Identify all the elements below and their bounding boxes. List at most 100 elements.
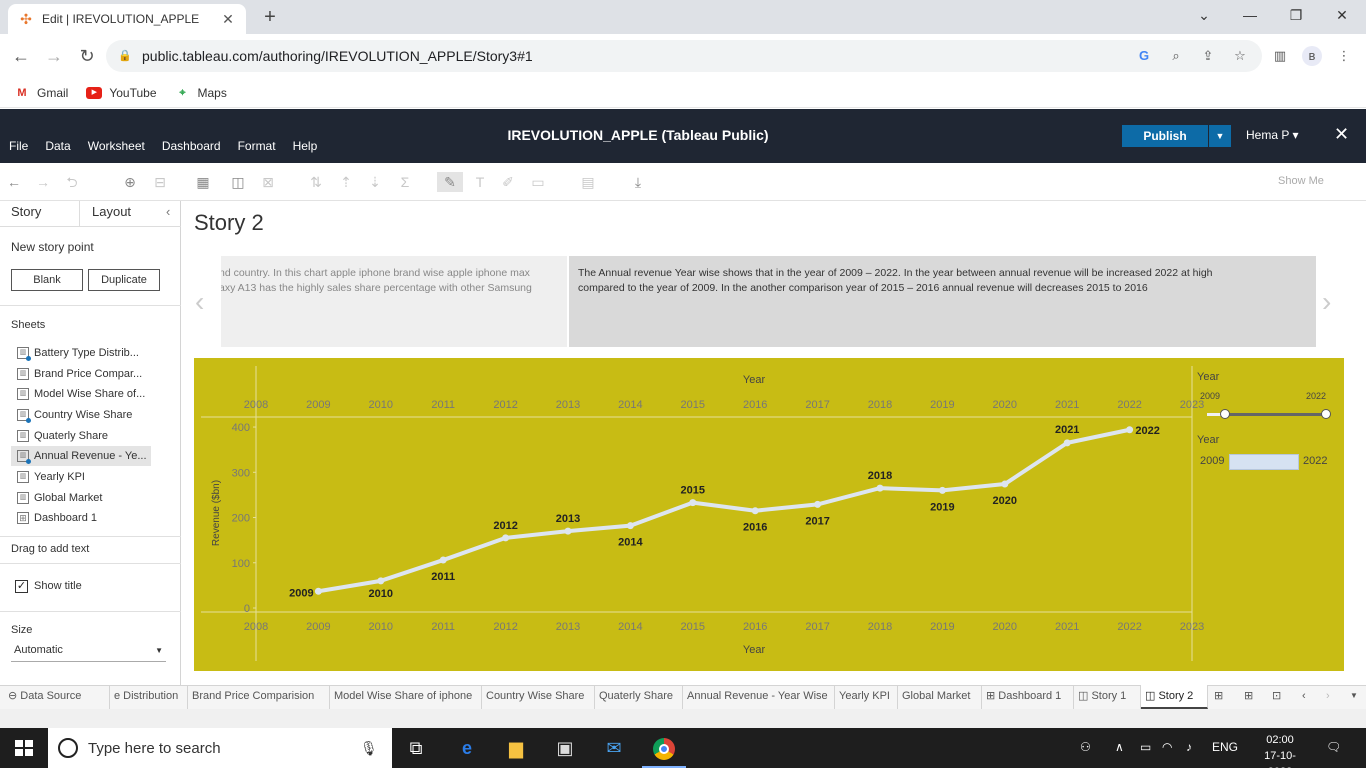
restore-icon[interactable]: ❐ xyxy=(1282,4,1310,26)
pause-updates-icon[interactable]: ⊟ xyxy=(150,172,170,192)
new-tab-icon[interactable]: + xyxy=(258,6,282,28)
tab-model-wise[interactable]: Model Wise Share of iphone xyxy=(330,685,482,709)
file-explorer-icon[interactable]: ▆ xyxy=(502,734,530,762)
share-icon[interactable]: ⇪ xyxy=(1198,46,1218,66)
task-view-icon[interactable]: ⧉ xyxy=(402,734,430,762)
totals-icon[interactable]: Σ xyxy=(395,172,415,192)
sheet-item[interactable]: ▥ Brand Price Compar... xyxy=(11,364,151,384)
year-slider-min-handle[interactable] xyxy=(1220,409,1230,419)
back-icon[interactable]: ← xyxy=(9,44,33,68)
battery-icon[interactable]: ▭ xyxy=(1140,740,1151,754)
duplicate-sheet-icon[interactable]: ◫ xyxy=(228,172,248,192)
tab-story-1[interactable]: ◫ Story 1 xyxy=(1074,685,1141,709)
close-window-icon[interactable]: ✕ xyxy=(1328,4,1356,26)
profile-avatar-icon[interactable]: ʙ xyxy=(1302,46,1322,66)
story-point-caption-current[interactable]: The Annual revenue Year wise shows that … xyxy=(569,256,1316,347)
tab-brand-price[interactable]: Brand Price Comparision xyxy=(188,685,330,709)
swap-icon[interactable]: ⇅ xyxy=(306,172,326,192)
reload-icon[interactable]: ↻ xyxy=(75,44,99,68)
fit-icon[interactable]: ▭ xyxy=(528,172,548,192)
blank-button[interactable]: Blank xyxy=(11,269,83,291)
prev-story-point-icon[interactable]: ‹ xyxy=(195,286,204,318)
sheet-item[interactable]: ▥ Model Wise Share of... xyxy=(11,384,151,404)
year-range-bar[interactable] xyxy=(1229,454,1299,470)
chrome-icon[interactable] xyxy=(650,734,678,762)
drag-text-item[interactable]: Drag to add text xyxy=(11,543,89,555)
volume-icon[interactable]: ♪ xyxy=(1186,740,1192,754)
taskbar-clock[interactable]: 02:00 17-10-2023 xyxy=(1252,732,1308,780)
scroll-tabs-left-icon[interactable]: ‹ xyxy=(1298,685,1318,709)
tab-story-2[interactable]: ◫ Story 2 xyxy=(1141,685,1208,709)
tab-yearly-kpi[interactable]: Yearly KPI xyxy=(835,685,898,709)
presentation-icon[interactable]: ▤ xyxy=(578,172,598,192)
story-point-caption-prev[interactable]: nd country. In this chart apple iphone b… xyxy=(221,256,567,347)
new-data-source-icon[interactable]: ⊕ xyxy=(120,172,140,192)
bookmark-gmail[interactable]: M Gmail xyxy=(14,86,68,100)
highlight-icon[interactable]: ✎ xyxy=(437,172,463,192)
language-indicator[interactable]: ENG xyxy=(1212,740,1238,754)
new-dashboard-icon[interactable]: ⊞ xyxy=(1240,685,1266,709)
new-sheet-icon[interactable]: ▦ xyxy=(193,172,213,192)
tabs-menu-icon[interactable]: ▼ xyxy=(1346,685,1366,709)
tab-story[interactable]: Story xyxy=(11,204,41,219)
download-icon[interactable]: ⤓ xyxy=(628,172,648,192)
forward-icon[interactable]: → xyxy=(42,44,66,68)
replay-icon[interactable]: ⮌ xyxy=(62,172,82,192)
minimize-icon[interactable]: — xyxy=(1236,4,1264,26)
bookmark-star-icon[interactable]: ☆ xyxy=(1230,46,1250,66)
scroll-tabs-right-icon[interactable]: › xyxy=(1322,685,1342,709)
tab-battery-type[interactable]: e Distribution xyxy=(110,685,188,709)
tab-layout[interactable]: Layout xyxy=(92,204,131,219)
new-story-icon[interactable]: ⊡ xyxy=(1268,685,1294,709)
tab-quaterly-share[interactable]: Quaterly Share xyxy=(595,685,683,709)
sheet-item[interactable]: ▥ Country Wise Share xyxy=(11,405,151,425)
sheet-item[interactable]: ▥ Global Market xyxy=(11,488,151,508)
mail-icon[interactable]: ✉ xyxy=(600,734,628,762)
size-select[interactable]: Automatic ▼ xyxy=(11,644,166,662)
tab-annual-revenue[interactable]: Annual Revenue - Year Wise xyxy=(683,685,835,709)
taskbar-search[interactable]: Type here to search 🎙 xyxy=(48,728,392,768)
bookmark-maps[interactable]: ⌖ Maps xyxy=(175,86,226,100)
redo-icon[interactable]: → xyxy=(33,172,53,192)
duplicate-button[interactable]: Duplicate xyxy=(88,269,160,291)
clear-sheet-icon[interactable]: ⊠ xyxy=(258,172,278,192)
bookmark-youtube[interactable]: ▶ YouTube xyxy=(86,86,157,100)
zoom-icon[interactable]: ⌕ xyxy=(1166,46,1186,66)
google-icon[interactable]: G xyxy=(1134,46,1154,66)
sheet-item[interactable]: ▥ Battery Type Distrib... xyxy=(11,343,151,363)
sheet-item[interactable]: ▥ Yearly KPI xyxy=(11,467,151,487)
windows-start-icon[interactable] xyxy=(15,740,33,756)
year-slider-max-handle[interactable] xyxy=(1321,409,1331,419)
tray-overflow-icon[interactable]: ∧ xyxy=(1115,740,1124,754)
notifications-icon[interactable]: 🗨 xyxy=(1326,740,1341,754)
wifi-icon[interactable]: ◠ xyxy=(1162,740,1172,754)
microphone-icon[interactable]: 🎙 xyxy=(360,740,380,757)
omnibox[interactable]: 🔒 public.tableau.com/authoring/IREVOLUTI… xyxy=(106,40,1262,72)
tab-data-source[interactable]: ⊖ Data Source xyxy=(0,685,110,709)
sheet-item[interactable]: ⊞ Dashboard 1 xyxy=(11,508,151,528)
people-icon[interactable]: ⚇ xyxy=(1080,740,1091,754)
side-panel-icon[interactable]: ▥ xyxy=(1270,46,1290,66)
undo-icon[interactable]: ← xyxy=(4,172,24,192)
sort-asc-icon[interactable]: ⇡ xyxy=(336,172,356,192)
tab-dashboard-1[interactable]: ⊞ Dashboard 1 xyxy=(982,685,1074,709)
close-authoring-icon[interactable]: ✕ xyxy=(1334,124,1349,145)
tab-global-market[interactable]: Global Market xyxy=(898,685,982,709)
close-tab-icon[interactable]: ✕ xyxy=(220,11,236,28)
menu-kebab-icon[interactable]: ⋮ xyxy=(1334,46,1354,66)
browser-tab[interactable]: ✣ Edit | IREVOLUTION_APPLE ✕ xyxy=(8,4,246,34)
edge-icon[interactable]: e xyxy=(453,734,481,762)
collapse-panel-icon[interactable]: ‹ xyxy=(166,204,170,219)
show-title-checkbox[interactable]: ✓ xyxy=(15,580,28,593)
tab-country-wise[interactable]: Country Wise Share xyxy=(482,685,595,709)
publish-dropdown-icon[interactable]: ▼ xyxy=(1209,125,1231,147)
sheet-item-active[interactable]: ▥ Annual Revenue - Ye... xyxy=(11,446,151,466)
new-worksheet-icon[interactable]: ⊞ xyxy=(1210,685,1236,709)
sheet-item[interactable]: ▥ Quaterly Share xyxy=(11,426,151,446)
format-icon[interactable]: ✐ xyxy=(498,172,518,192)
next-story-point-icon[interactable]: › xyxy=(1322,286,1331,318)
labels-icon[interactable]: T xyxy=(470,172,490,192)
show-me-button[interactable]: Show Me xyxy=(1278,175,1324,187)
sort-desc-icon[interactable]: ⇣ xyxy=(365,172,385,192)
store-icon[interactable]: ▣ xyxy=(551,734,579,762)
